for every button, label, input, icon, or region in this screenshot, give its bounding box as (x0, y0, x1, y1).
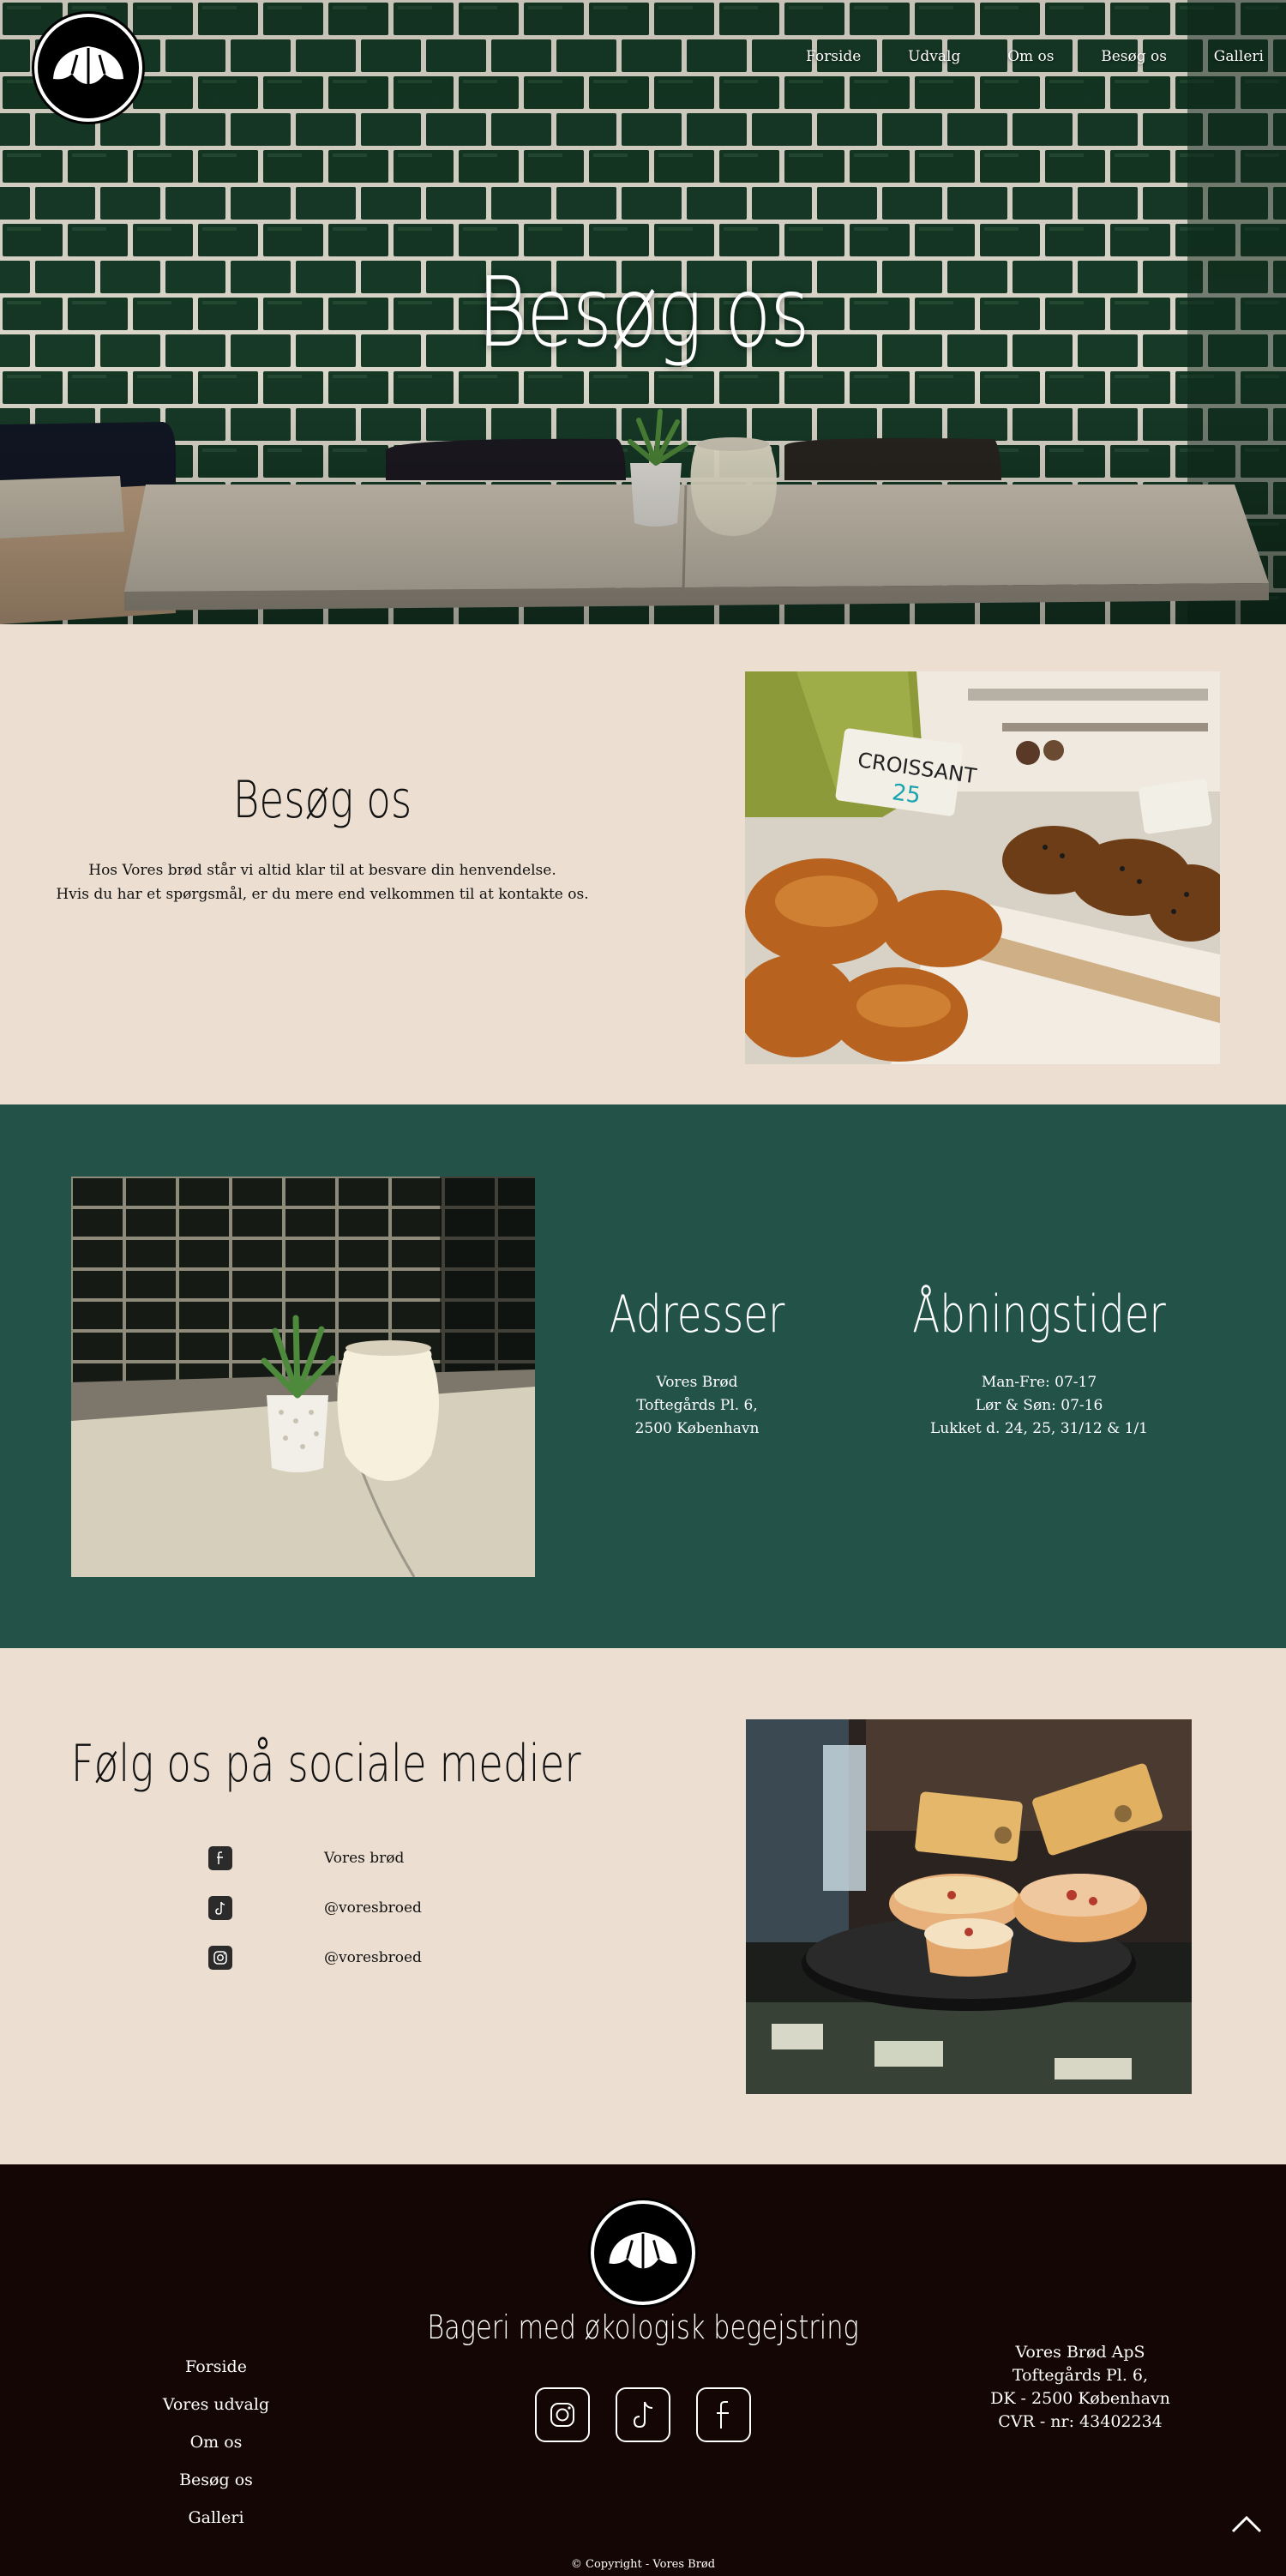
tiktok-icon (633, 2401, 653, 2429)
croissant-logo-icon (53, 46, 123, 84)
address-line: 2500 København (634, 1420, 760, 1437)
footer-link-forside[interactable]: Forside (130, 2348, 302, 2386)
footer-links: Forside Vores udvalg Om os Besøg os Gall… (130, 2348, 302, 2537)
facebook-icon (208, 1846, 232, 1870)
company-line: Toftegårds Pl. 6, (1012, 2366, 1149, 2385)
croissant-photo: CROISSANT 25 (745, 671, 1220, 1064)
svg-text:25: 25 (891, 779, 922, 809)
main-nav: Forside Udvalg Om os Besøg os Galleri (806, 48, 1286, 65)
footer-link-om-os[interactable]: Om os (130, 2423, 302, 2461)
address-line: Toftegårds Pl. 6, (636, 1397, 758, 1414)
hours-line: Man-Fre: 07-17 (981, 1374, 1097, 1391)
nav-galleri[interactable]: Galleri (1214, 48, 1264, 65)
nav-om-os[interactable]: Om os (1007, 48, 1054, 65)
social-section: Følg os på sociale medier Vores brød @vo… (0, 1648, 1286, 2164)
footer-link-galleri[interactable]: Galleri (130, 2499, 302, 2537)
address-hours-section: Adresser Vores Brød Toftegårds Pl. 6, 25… (0, 1104, 1286, 1648)
instagram-icon (550, 2403, 574, 2427)
back-to-top-button[interactable] (1229, 2507, 1264, 2542)
facebook-icon (717, 2401, 729, 2429)
logo[interactable] (34, 14, 142, 122)
opening-hours-heading: Åbningstider (912, 1285, 1166, 1345)
nav-forside[interactable]: Forside (806, 48, 861, 65)
social-label: @voresbroed (324, 1899, 422, 1917)
footer-logo[interactable] (591, 2200, 695, 2305)
nav-besog-os[interactable]: Besøg os (1101, 48, 1167, 65)
pastry-display-photo (746, 1719, 1192, 2094)
visit-section: Besøg os Hos Vores brød står vi altid kl… (0, 624, 1286, 1104)
croissant-logo-icon (609, 2231, 677, 2269)
instagram-icon (208, 1946, 232, 1970)
footer: Bageri med økologisk begejstring Forside… (0, 2164, 1286, 2576)
social-label: @voresbroed (324, 1949, 422, 1966)
hero-title: Besøg os (477, 257, 810, 369)
footer-instagram-button[interactable] (535, 2387, 590, 2442)
candle-table-photo (71, 1177, 535, 1577)
copyright: © Copyright - Vores Brød (570, 2558, 716, 2571)
company-line: Vores Brød ApS (1015, 2343, 1145, 2362)
company-info: Vores Brød ApS Toftegårds Pl. 6, DK - 25… (909, 2341, 1252, 2434)
hours-line: Lukket d. 24, 25, 31/12 & 1/1 (930, 1420, 1148, 1437)
hours-line: Lør & Søn: 07-16 (975, 1397, 1103, 1414)
addresses-heading: Adresser (609, 1285, 785, 1345)
company-line: CVR - nr: 43402234 (998, 2412, 1163, 2431)
social-heading: Følg os på sociale medier (70, 1734, 581, 1794)
footer-facebook-button[interactable] (696, 2387, 751, 2442)
social-link-tiktok[interactable]: @voresbroed (208, 1895, 551, 1921)
address-line: Vores Brød (656, 1374, 738, 1391)
address-lines: Vores Brød Toftegårds Pl. 6, 2500 Københ… (526, 1371, 868, 1441)
nav-udvalg[interactable]: Udvalg (908, 48, 960, 65)
company-line: DK - 2500 København (990, 2389, 1170, 2408)
social-label: Vores brød (324, 1850, 405, 1867)
opening-hours-lines: Man-Fre: 07-17 Lør & Søn: 07-16 Lukket d… (868, 1371, 1211, 1441)
chevron-up-icon (1231, 2515, 1262, 2533)
visit-heading: Besøg os (232, 770, 412, 830)
social-link-instagram[interactable]: @voresbroed (208, 1945, 551, 1971)
footer-link-besog-os[interactable]: Besøg os (130, 2461, 302, 2499)
footer-tiktok-button[interactable] (616, 2387, 670, 2442)
visit-text-line-1: Hos Vores brød står vi altid klar til at… (88, 862, 556, 879)
hero-banner: Forside Udvalg Om os Besøg os Galleri Be… (0, 0, 1286, 624)
visit-text-line-2: Hvis du har et spørgsmål, er du mere end… (56, 886, 589, 903)
footer-link-vores-udvalg[interactable]: Vores udvalg (130, 2386, 302, 2423)
social-link-facebook[interactable]: Vores brød (208, 1845, 551, 1871)
tiktok-icon (208, 1896, 232, 1920)
